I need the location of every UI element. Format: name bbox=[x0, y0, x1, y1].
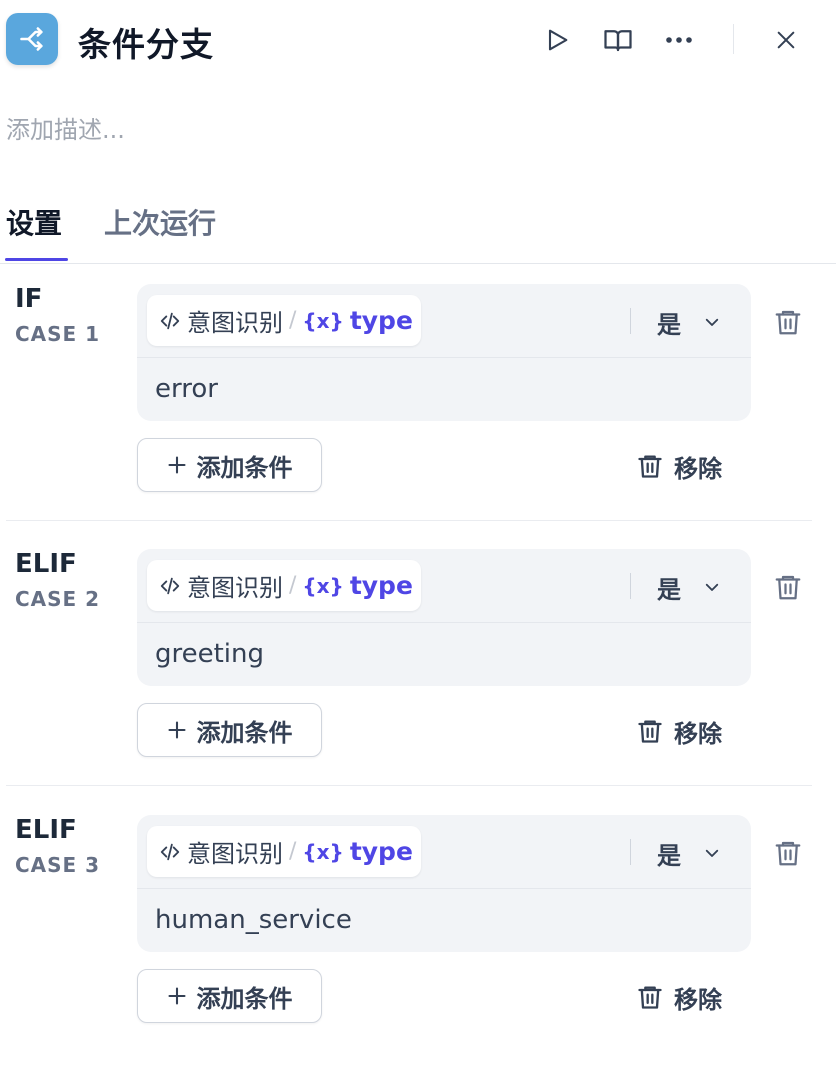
case-keyword: ELIF bbox=[15, 815, 77, 845]
add-condition-button[interactable]: 添加条件 bbox=[137, 438, 322, 492]
code-icon bbox=[160, 843, 180, 860]
condition-value-input[interactable]: greeting bbox=[155, 639, 264, 669]
variable-node-name: 意图识别 bbox=[187, 840, 283, 868]
tab-divider bbox=[0, 263, 836, 264]
case-block: IF CASE 1 意图识别 / {x} type 是 error 添加条件 移… bbox=[0, 284, 836, 549]
add-condition-label: 添加条件 bbox=[196, 984, 293, 1013]
operator-divider bbox=[630, 839, 631, 865]
remove-case-button[interactable]: 移除 bbox=[636, 711, 722, 751]
code-icon bbox=[160, 312, 180, 329]
operator-divider bbox=[630, 573, 631, 599]
run-button[interactable] bbox=[537, 20, 577, 60]
condition-box: 意图识别 / {x} type 是 human_service bbox=[137, 815, 751, 952]
trash-icon bbox=[775, 310, 801, 335]
variable-icon: {x} bbox=[302, 308, 344, 333]
condition-box: 意图识别 / {x} type 是 greeting bbox=[137, 549, 751, 686]
active-tab-indicator bbox=[5, 258, 68, 261]
close-button[interactable] bbox=[766, 20, 806, 60]
more-button[interactable] bbox=[659, 20, 699, 60]
remove-case-button[interactable]: 移除 bbox=[636, 446, 722, 486]
variable-name: type bbox=[349, 571, 413, 600]
add-condition-label: 添加条件 bbox=[196, 718, 293, 747]
more-icon bbox=[666, 37, 692, 43]
branch-icon bbox=[20, 27, 43, 51]
trash-icon bbox=[638, 455, 662, 478]
condition-value-input[interactable]: error bbox=[155, 374, 218, 404]
code-icon bbox=[160, 577, 180, 594]
operator-select[interactable]: 是 bbox=[657, 567, 721, 607]
delete-condition-button[interactable] bbox=[768, 302, 808, 342]
add-condition-button[interactable]: 添加条件 bbox=[137, 703, 322, 757]
tab-last-run[interactable]: 上次运行 bbox=[104, 202, 216, 242]
condition-value-input[interactable]: human_service bbox=[155, 905, 352, 935]
remove-case-label: 移除 bbox=[674, 454, 722, 483]
variable-separator: / bbox=[289, 573, 297, 598]
variable-separator: / bbox=[289, 839, 297, 864]
docs-button[interactable] bbox=[598, 20, 638, 60]
operator-label: 是 bbox=[657, 841, 681, 870]
variable-selector[interactable]: 意图识别 / {x} type bbox=[147, 295, 421, 346]
page-title: 条件分支 bbox=[78, 25, 214, 64]
case-label: CASE 1 bbox=[15, 322, 101, 346]
remove-case-button[interactable]: 移除 bbox=[636, 977, 722, 1017]
book-icon bbox=[604, 30, 632, 52]
trash-icon bbox=[638, 720, 662, 743]
variable-node-name: 意图识别 bbox=[187, 309, 283, 337]
case-separator bbox=[6, 785, 812, 786]
plus-icon bbox=[167, 987, 186, 1005]
operator-select[interactable]: 是 bbox=[657, 302, 721, 342]
close-icon bbox=[777, 31, 795, 49]
case-separator bbox=[6, 520, 812, 521]
operator-divider bbox=[630, 308, 631, 334]
condition-divider bbox=[137, 888, 751, 889]
description-input[interactable]: 添加描述... bbox=[6, 110, 125, 145]
delete-condition-button[interactable] bbox=[768, 833, 808, 873]
chevron-down-icon bbox=[705, 849, 719, 857]
variable-node-name: 意图识别 bbox=[187, 574, 283, 602]
add-condition-button[interactable]: 添加条件 bbox=[137, 969, 322, 1023]
case-keyword: ELIF bbox=[15, 549, 77, 579]
trash-icon bbox=[775, 575, 801, 600]
case-label: CASE 3 bbox=[15, 853, 101, 877]
variable-selector[interactable]: 意图识别 / {x} type bbox=[147, 826, 421, 877]
variable-name: type bbox=[349, 837, 413, 866]
variable-icon: {x} bbox=[302, 573, 344, 598]
plus-icon bbox=[167, 456, 186, 474]
variable-name: type bbox=[349, 306, 413, 335]
trash-icon bbox=[775, 841, 801, 866]
header-divider bbox=[733, 24, 734, 54]
condition-divider bbox=[137, 357, 751, 358]
tab-settings[interactable]: 设置 bbox=[6, 202, 62, 242]
remove-case-label: 移除 bbox=[674, 985, 722, 1014]
remove-case-label: 移除 bbox=[674, 719, 722, 748]
chevron-down-icon bbox=[705, 583, 719, 591]
add-condition-label: 添加条件 bbox=[196, 453, 293, 482]
play-icon bbox=[548, 29, 568, 51]
condition-box: 意图识别 / {x} type 是 error bbox=[137, 284, 751, 421]
operator-label: 是 bbox=[657, 575, 681, 604]
chevron-down-icon bbox=[705, 318, 719, 326]
operator-label: 是 bbox=[657, 310, 681, 339]
trash-icon bbox=[638, 986, 662, 1009]
case-block: ELIF CASE 3 意图识别 / {x} type 是 human_serv… bbox=[0, 815, 836, 1080]
variable-icon: {x} bbox=[302, 839, 344, 864]
variable-separator: / bbox=[289, 308, 297, 333]
condition-divider bbox=[137, 622, 751, 623]
plus-icon bbox=[167, 721, 186, 739]
case-keyword: IF bbox=[15, 284, 43, 314]
variable-selector[interactable]: 意图识别 / {x} type bbox=[147, 560, 421, 611]
case-block: ELIF CASE 2 意图识别 / {x} type 是 greeting 添… bbox=[0, 549, 836, 814]
operator-select[interactable]: 是 bbox=[657, 833, 721, 873]
case-label: CASE 2 bbox=[15, 587, 101, 611]
delete-condition-button[interactable] bbox=[768, 567, 808, 607]
branch-node-icon bbox=[6, 13, 58, 65]
